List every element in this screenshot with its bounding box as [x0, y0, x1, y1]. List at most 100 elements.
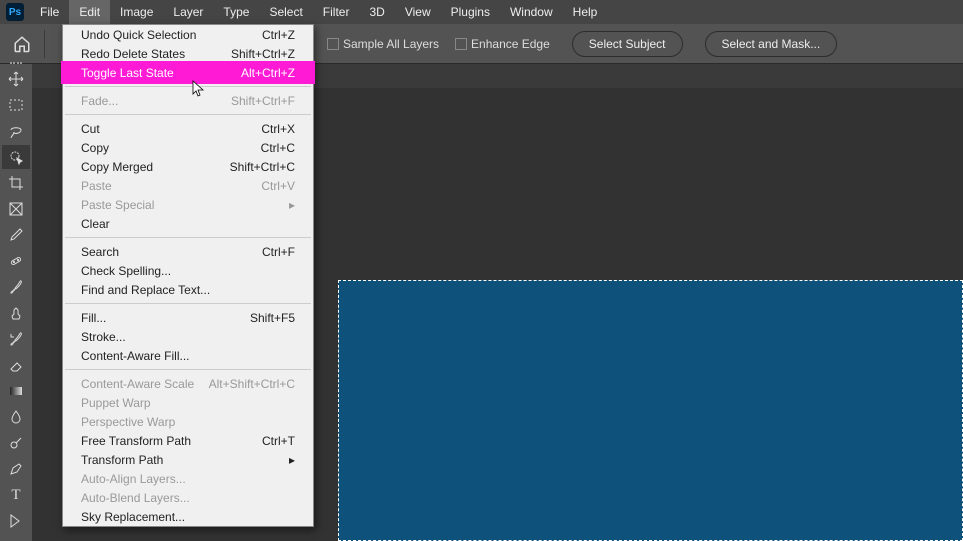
- menu-file[interactable]: File: [30, 0, 69, 24]
- menu-view[interactable]: View: [395, 0, 441, 24]
- home-icon: [13, 35, 31, 53]
- menu-item-label: Content-Aware Scale: [81, 377, 194, 391]
- tool-brush[interactable]: [2, 275, 30, 299]
- edit-menu-item: Content-Aware Scale Alt+Shift+Ctrl+C: [63, 374, 313, 393]
- menu-item-label: Copy Merged: [81, 160, 153, 174]
- menu-image[interactable]: Image: [110, 0, 163, 24]
- menu-item-label: Content-Aware Fill...: [81, 349, 190, 363]
- menu-item-shortcut: Shift+Ctrl+F: [231, 94, 295, 108]
- menu-separator: [65, 369, 311, 370]
- menu-item-label: Paste: [81, 179, 112, 193]
- tool-clone[interactable]: [2, 301, 30, 325]
- edit-menu-item[interactable]: Undo Quick Selection Ctrl+Z: [63, 25, 313, 44]
- menu-item-shortcut: Ctrl+T: [262, 434, 295, 448]
- menu-item-label: Paste Special: [81, 198, 154, 212]
- menu-item-label: Search: [81, 245, 119, 259]
- menu-item-shortcut: Ctrl+X: [261, 122, 295, 136]
- menu-item-label: Free Transform Path: [81, 434, 191, 448]
- menu-item-shortcut: Ctrl+Z: [262, 28, 295, 42]
- menu-item-shortcut: Ctrl+C: [261, 141, 295, 155]
- menu-item-shortcut: Shift+F5: [250, 311, 295, 325]
- menu-item-shortcut: Ctrl+V: [261, 179, 295, 193]
- tool-path[interactable]: [2, 509, 30, 533]
- menu-window[interactable]: Window: [500, 0, 563, 24]
- tool-type[interactable]: T: [2, 483, 30, 507]
- tool-gradient[interactable]: [2, 379, 30, 403]
- edit-menu-item[interactable]: Sky Replacement...: [63, 507, 313, 526]
- tool-quick-select[interactable]: [2, 145, 30, 169]
- menu-edit[interactable]: Edit: [69, 0, 110, 24]
- menu-item-label: Auto-Blend Layers...: [81, 491, 190, 505]
- edit-menu-item[interactable]: Free Transform Path Ctrl+T: [63, 431, 313, 450]
- home-button[interactable]: [8, 30, 36, 58]
- submenu-arrow-icon: ▸: [289, 453, 295, 467]
- edit-menu-item[interactable]: Toggle Last StateAlt+Ctrl+Z: [63, 63, 313, 82]
- menu-filter[interactable]: Filter: [313, 0, 360, 24]
- menu-item-shortcut: Alt+Shift+Ctrl+C: [209, 377, 295, 391]
- tool-crop[interactable]: [2, 171, 30, 195]
- edit-menu-item[interactable]: Content-Aware Fill...: [63, 346, 313, 365]
- menu-type[interactable]: Type: [213, 0, 259, 24]
- menu-separator: [65, 114, 311, 115]
- checkbox-icon: [327, 38, 339, 50]
- tool-eraser[interactable]: [2, 353, 30, 377]
- tool-lasso[interactable]: [2, 119, 30, 143]
- tool-heal[interactable]: [2, 249, 30, 273]
- tool-dodge[interactable]: [2, 431, 30, 455]
- tool-move[interactable]: [2, 67, 30, 91]
- menu-item-label: Undo Quick Selection: [81, 28, 196, 42]
- menu-help[interactable]: Help: [563, 0, 608, 24]
- menu-item-label: Find and Replace Text...: [81, 283, 210, 297]
- edit-menu-item[interactable]: Find and Replace Text...: [63, 280, 313, 299]
- edit-menu-item[interactable]: Redo Delete States Shift+Ctrl+Z: [63, 44, 313, 63]
- tool-history-brush[interactable]: [2, 327, 30, 351]
- edit-menu-item: Fade... Shift+Ctrl+F: [63, 91, 313, 110]
- menu-item-label: Copy: [81, 141, 109, 155]
- type-icon: T: [11, 487, 20, 504]
- edit-menu-item[interactable]: Clear: [63, 214, 313, 233]
- selection-marquee: [338, 280, 963, 541]
- menu-item-label: Toggle Last State: [81, 66, 174, 80]
- edit-menu-item[interactable]: Search Ctrl+F: [63, 242, 313, 261]
- edit-menu-item[interactable]: Transform Path▸: [63, 450, 313, 469]
- menu-plugins[interactable]: Plugins: [441, 0, 500, 24]
- tools-panel: T: [0, 64, 32, 541]
- select-subject-button[interactable]: Select Subject: [572, 31, 683, 57]
- menu-item-label: Fade...: [81, 94, 118, 108]
- app-logo: Ps: [6, 3, 24, 21]
- edit-menu-item: Auto-Blend Layers...: [63, 488, 313, 507]
- menu-item-label: Stroke...: [81, 330, 126, 344]
- menu-item-label: Redo Delete States: [81, 47, 185, 61]
- tool-blur[interactable]: [2, 405, 30, 429]
- menu-select[interactable]: Select: [259, 0, 312, 24]
- tool-eyedropper[interactable]: [2, 223, 30, 247]
- edit-menu-item: Auto-Align Layers...: [63, 469, 313, 488]
- menu-item-label: Clear: [81, 217, 110, 231]
- edit-menu-item: Perspective Warp: [63, 412, 313, 431]
- sample-all-layers-checkbox[interactable]: Sample All Layers: [327, 37, 439, 51]
- menu-3d[interactable]: 3D: [359, 0, 394, 24]
- edit-menu-item[interactable]: Fill...Shift+F5: [63, 308, 313, 327]
- canvas-selection[interactable]: [338, 280, 963, 541]
- edit-menu-item: Puppet Warp: [63, 393, 313, 412]
- enhance-edge-checkbox[interactable]: Enhance Edge: [455, 37, 550, 51]
- edit-menu-item[interactable]: Copy MergedShift+Ctrl+C: [63, 157, 313, 176]
- edit-menu-item[interactable]: Copy Ctrl+C: [63, 138, 313, 157]
- edit-menu-dropdown: Undo Quick Selection Ctrl+Z Redo Delete St…: [62, 24, 314, 527]
- menu-item-label: Auto-Align Layers...: [81, 472, 186, 486]
- submenu-arrow-icon: ▸: [289, 198, 295, 212]
- select-and-mask-button[interactable]: Select and Mask...: [705, 31, 838, 57]
- edit-menu-item[interactable]: Stroke...: [63, 327, 313, 346]
- menu-layer[interactable]: Layer: [163, 0, 213, 24]
- edit-menu-item: Paste Ctrl+V: [63, 176, 313, 195]
- menu-separator: [65, 86, 311, 87]
- edit-menu-item[interactable]: CutCtrl+X: [63, 119, 313, 138]
- tool-marquee[interactable]: [2, 93, 30, 117]
- edit-menu-item: Paste Special ▸: [63, 195, 313, 214]
- tool-frame[interactable]: [2, 197, 30, 221]
- menu-item-shortcut: Shift+Ctrl+Z: [231, 47, 295, 61]
- menu-item-label: Check Spelling...: [81, 264, 171, 278]
- tool-pen[interactable]: [2, 457, 30, 481]
- edit-menu-item[interactable]: Check Spelling...: [63, 261, 313, 280]
- menu-item-shortcut: Ctrl+F: [262, 245, 295, 259]
